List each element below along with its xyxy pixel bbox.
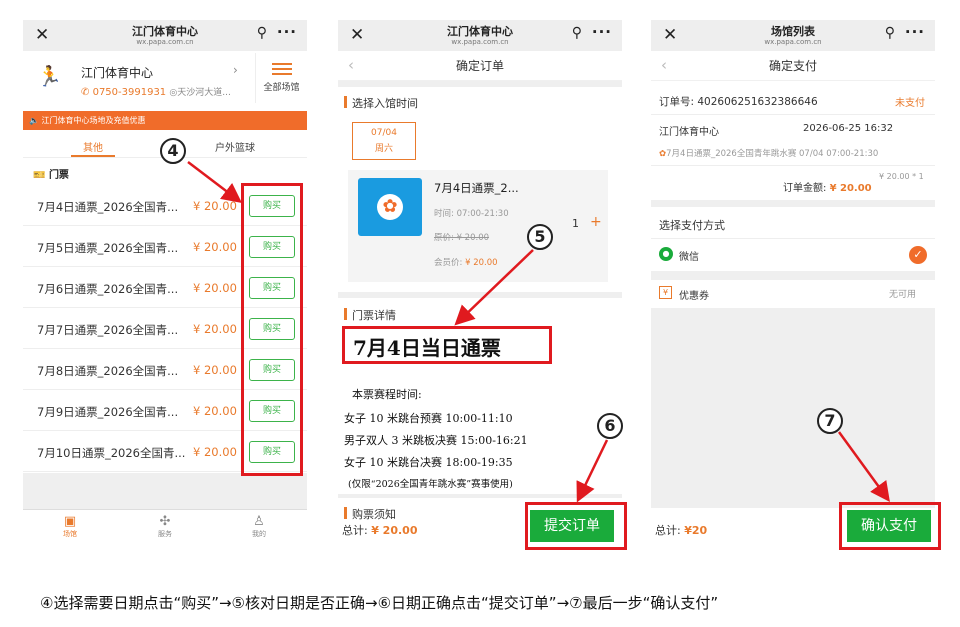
arrow-step5	[454, 249, 534, 326]
step-badge: 7	[817, 408, 843, 434]
step-badge: 4	[160, 138, 186, 164]
arrow-step4	[187, 161, 242, 204]
annotation-arrows	[187, 161, 890, 503]
step-badge: 5	[527, 224, 553, 250]
arrow-step7	[837, 431, 890, 503]
arrow-step6	[576, 439, 609, 503]
instruction-caption: ④选择需要日期点击“购买”→⑤核对日期是否正确→⑥日期正确点击“提交订单”→⑦最…	[40, 594, 719, 612]
step-badge: 6	[597, 413, 623, 439]
